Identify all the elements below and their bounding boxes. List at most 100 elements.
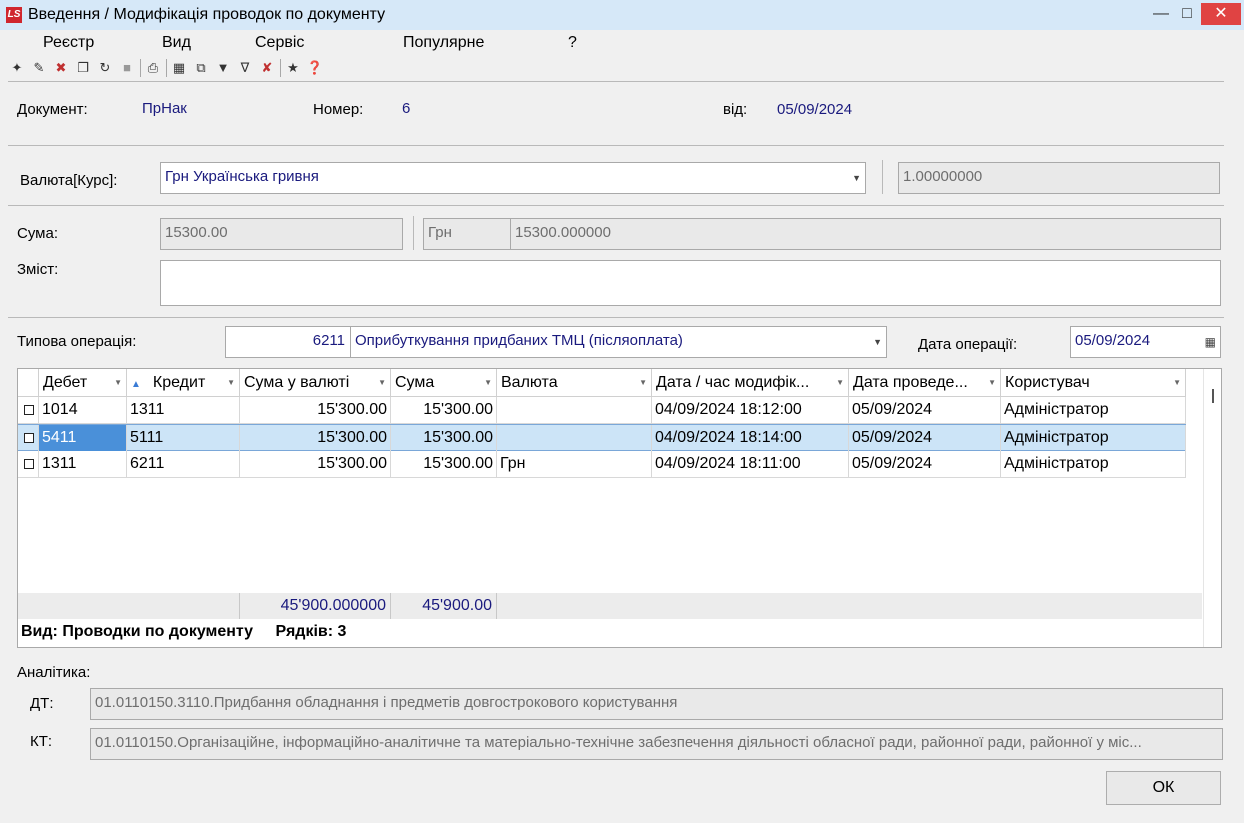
filter-icon[interactable]: ▼: [214, 59, 232, 77]
table-row-selected[interactable]: 5411 5111 15'300.00 15'300.00 04/09/2024…: [18, 424, 1186, 451]
operation-date-label: Дата операції:: [918, 336, 1018, 353]
table-icon[interactable]: ▦: [170, 59, 188, 77]
chevron-down-icon[interactable]: ▼: [227, 369, 235, 397]
totals-spacer: [18, 593, 240, 619]
cell-sum-currency: 15'300.00: [240, 397, 391, 423]
chevron-down-icon[interactable]: ▼: [114, 369, 122, 397]
kt-analytics-field: 01.0110150.Організаційне, інформаційно-а…: [90, 728, 1223, 760]
cell-sum: 15'300.00: [391, 397, 497, 423]
windows-icon[interactable]: ⧉: [192, 59, 210, 77]
column-header-posted[interactable]: Дата проведе... ▼: [849, 369, 1001, 397]
new-record-icon[interactable]: ✦: [8, 59, 26, 77]
content-label: Зміст:: [17, 261, 59, 278]
column-header-credit[interactable]: ▲ Кредит ▼: [127, 369, 240, 397]
menu-help[interactable]: ?: [568, 34, 577, 52]
operation-label: Типова операція:: [17, 333, 137, 350]
divider: [8, 317, 1224, 318]
chevron-down-icon[interactable]: ▼: [836, 369, 844, 397]
cell-modified: 04/09/2024 18:12:00: [652, 397, 849, 423]
total-sum-currency: 45'900.000000: [240, 593, 391, 619]
currency-select[interactable]: Грн Українська гривня ▼: [160, 162, 866, 194]
menu-service[interactable]: Сервіс: [255, 34, 304, 52]
sort-ascending-icon: ▲: [131, 379, 141, 390]
clear-filter-icon[interactable]: ✘: [258, 59, 276, 77]
cell-sum-currency: 15'300.00: [240, 425, 391, 451]
row-checkbox-cell: [18, 451, 39, 477]
toolbar: ✦ ✎ ✖ ❐ ↻ ■ ⎙ ▦ ⧉ ▼ ∇ ✘ ★ ❓: [4, 57, 334, 79]
close-icon[interactable]: ✕: [1201, 3, 1241, 25]
menu-popular[interactable]: Популярне: [403, 34, 484, 52]
operation-code-field[interactable]: 6211: [225, 326, 351, 358]
scrollbar-thumb[interactable]: [1212, 389, 1214, 403]
kt-label: КТ:: [30, 733, 53, 750]
document-label: Документ:: [17, 101, 88, 118]
sum-label: Сума:: [17, 225, 58, 242]
menu-registry[interactable]: Реєстр: [43, 34, 94, 52]
favorite-star-icon[interactable]: ★: [284, 59, 302, 77]
cell-currency: Грн: [497, 451, 652, 477]
chevron-down-icon[interactable]: ▼: [1173, 369, 1181, 397]
chevron-down-icon[interactable]: ▼: [873, 327, 882, 357]
chevron-down-icon[interactable]: ▼: [378, 369, 386, 397]
print-icon[interactable]: ⎙: [144, 59, 162, 77]
chevron-down-icon[interactable]: ▼: [484, 369, 492, 397]
column-header-modified[interactable]: Дата / час модифік... ▼: [652, 369, 849, 397]
total-sum: 45'900.00: [391, 593, 497, 619]
cell-currency: [497, 425, 652, 451]
divider: [8, 81, 1224, 82]
content-textarea[interactable]: [160, 260, 1221, 306]
grid-status: Вид: Проводки по документу Рядків: 3: [21, 623, 346, 641]
sum-uah-field: 15300.000000: [510, 218, 1221, 250]
row-checkbox[interactable]: [24, 459, 34, 469]
cell-user: Адміністратор: [1001, 397, 1186, 423]
cell-user: Адміністратор: [1001, 425, 1186, 451]
filter-settings-icon[interactable]: ∇: [236, 59, 254, 77]
cell-sum: 15'300.00: [391, 451, 497, 477]
operation-date-field[interactable]: 05/09/2024 ▦: [1070, 326, 1221, 358]
delete-record-icon[interactable]: ✖: [52, 59, 70, 77]
grid-header: Дебет ▼ ▲ Кредит ▼ Сума у валюті ▼ Сума ▼ Вал…: [18, 369, 1186, 397]
chevron-down-icon[interactable]: ▼: [988, 369, 996, 397]
cell-sum: 15'300.00: [391, 425, 497, 451]
calendar-icon[interactable]: ▦: [1205, 327, 1216, 357]
column-header-user[interactable]: Користувач ▼: [1001, 369, 1186, 397]
help-icon[interactable]: ❓: [306, 59, 324, 77]
refresh-icon[interactable]: ↻: [96, 59, 114, 77]
operation-name-select[interactable]: Оприбуткування придбаних ТМЦ (післяоплат…: [350, 326, 887, 358]
column-header-debit[interactable]: Дебет ▼: [39, 369, 127, 397]
dt-label: ДТ:: [30, 695, 54, 712]
menu-bar: Реєстр Вид Сервіс Популярне ?: [0, 30, 1244, 56]
column-header-sum-currency[interactable]: Сума у валюті ▼: [240, 369, 391, 397]
cell-debit[interactable]: 5411: [39, 425, 127, 451]
cell-credit: 6211: [127, 451, 240, 477]
title-bar: LS Введення / Модифікація проводок по до…: [0, 0, 1244, 30]
table-row[interactable]: 1014 1311 15'300.00 15'300.00 04/09/2024…: [18, 397, 1186, 424]
operation-name: Оприбуткування придбаних ТМЦ (післяоплат…: [355, 332, 683, 349]
minimize-icon[interactable]: —: [1148, 0, 1174, 30]
divider: [8, 145, 1224, 146]
divider: [882, 160, 883, 194]
number-label: Номер:: [313, 101, 364, 118]
menu-view[interactable]: Вид: [162, 34, 191, 52]
ok-button[interactable]: ОК: [1106, 771, 1221, 805]
edit-record-icon[interactable]: ✎: [30, 59, 48, 77]
vertical-scrollbar[interactable]: [1203, 369, 1221, 647]
rows-count: Рядків: 3: [275, 623, 347, 640]
column-header-currency[interactable]: Валюта ▼: [497, 369, 652, 397]
row-checkbox[interactable]: [24, 433, 34, 443]
cell-posted: 05/09/2024: [849, 451, 1001, 477]
toolbar-divider: [166, 59, 167, 77]
row-checkbox-cell: [18, 397, 39, 423]
row-checkbox[interactable]: [24, 405, 34, 415]
document-date: 05/09/2024: [777, 101, 853, 118]
table-row[interactable]: 1311 6211 15'300.00 15'300.00 Грн 04/09/…: [18, 451, 1186, 478]
column-checkbox: [18, 369, 39, 397]
maximize-icon[interactable]: □: [1174, 0, 1200, 30]
disabled-tool-icon: ■: [123, 60, 131, 75]
chevron-down-icon[interactable]: ▼: [852, 163, 861, 193]
cell-modified: 04/09/2024 18:11:00: [652, 451, 849, 477]
copy-icon[interactable]: ❐: [74, 59, 92, 77]
chevron-down-icon[interactable]: ▼: [639, 369, 647, 397]
document-type: ПрНак: [142, 100, 187, 117]
column-header-sum[interactable]: Сума ▼: [391, 369, 497, 397]
